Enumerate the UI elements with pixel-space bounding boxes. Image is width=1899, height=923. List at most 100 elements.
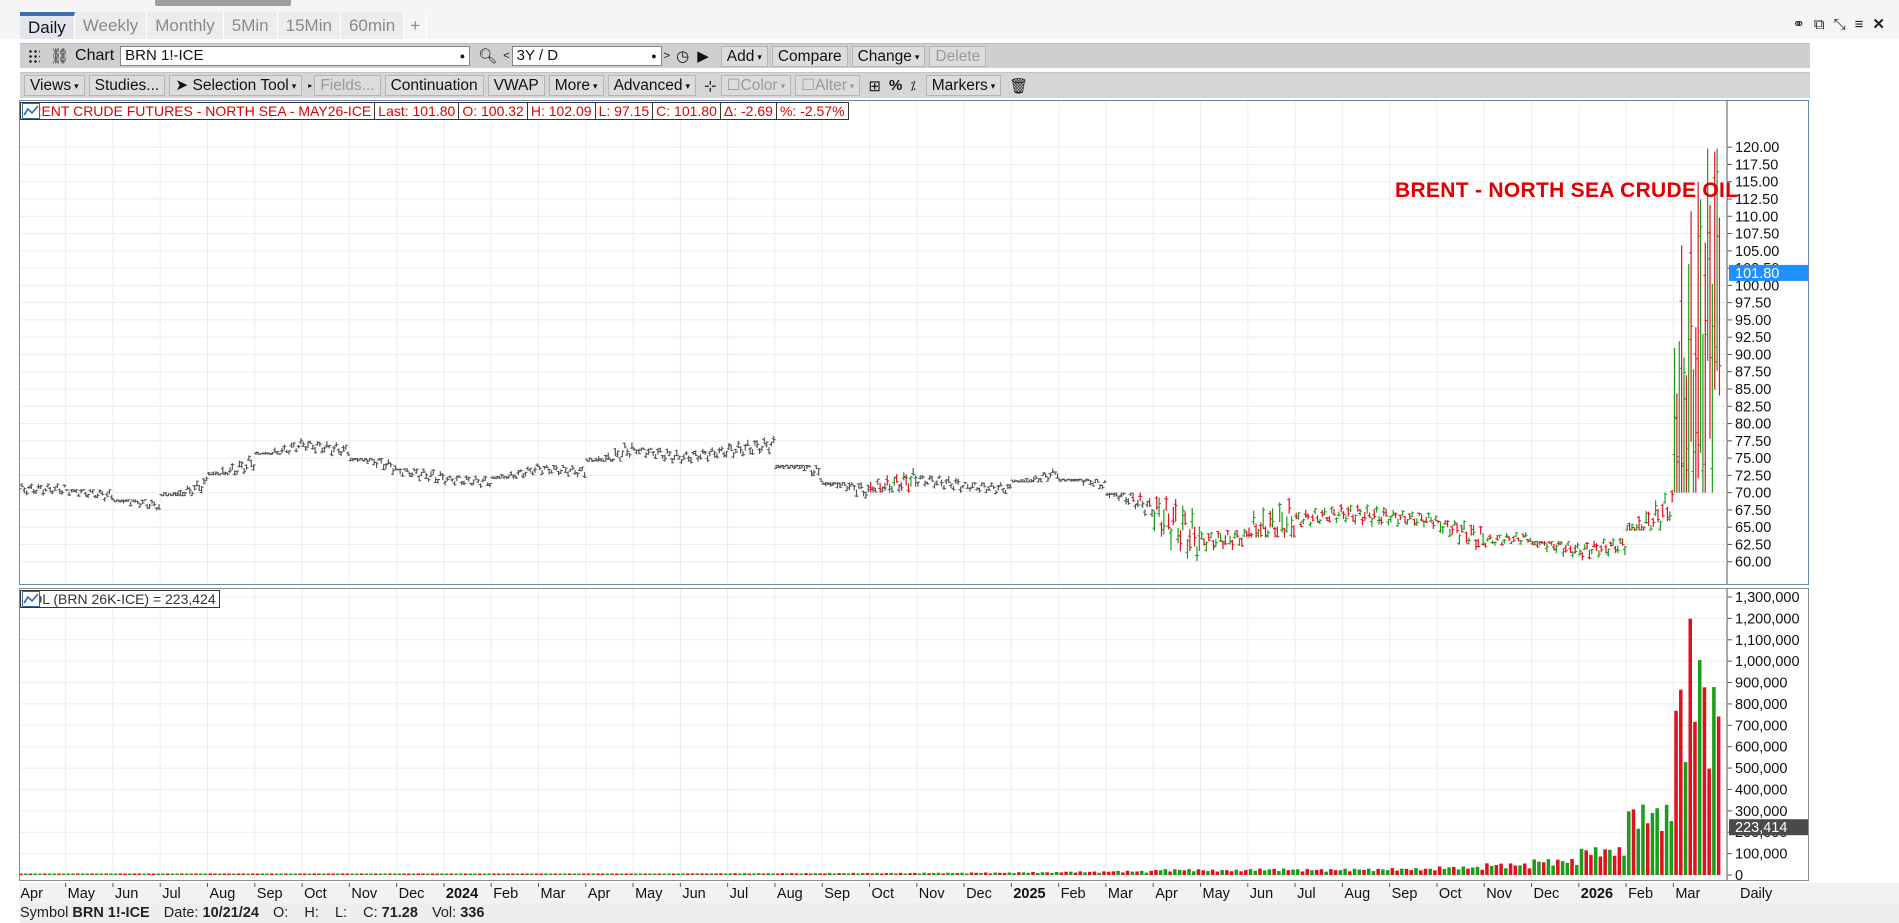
volume-bar — [865, 873, 870, 875]
tab-60min[interactable]: 60min — [340, 12, 405, 39]
time-axis-label: Mar — [1108, 886, 1133, 902]
volume-bar — [1352, 868, 1357, 875]
link-chain-icon[interactable]: ⛓ — [50, 47, 69, 65]
continuation-button[interactable]: Continuation — [384, 75, 484, 96]
close-icon[interactable]: ✕ — [1872, 17, 1885, 33]
volume-bar — [1296, 869, 1300, 875]
markers-button[interactable]: Markers ▾ — [925, 75, 1002, 96]
change-button[interactable]: Change ▾ — [851, 45, 926, 67]
volume-chart[interactable]: 1,300,000 1,200,000 1,100,000 1,000,000 900,… — [20, 589, 1809, 881]
crosshair-icon[interactable]: ⊹ — [704, 77, 717, 95]
tab-daily[interactable]: Daily — [20, 12, 75, 39]
range-dropdown-icon[interactable]: ● — [651, 47, 656, 65]
percent-alt-icon[interactable]: ⁒ — [910, 79, 915, 93]
status-close: 71.28 — [381, 905, 418, 921]
views-button[interactable]: Views ▾ — [24, 75, 85, 96]
volume-bar — [194, 873, 198, 875]
advanced-button[interactable]: Advanced ▾ — [607, 75, 697, 96]
play-icon[interactable]: ▶ — [697, 47, 709, 65]
checkbox-icon: ☐ — [726, 77, 741, 95]
link-icon[interactable]: ⚭ — [1792, 17, 1805, 33]
price-tick-label: 67.50 — [1735, 503, 1771, 519]
volume-bar — [671, 873, 676, 875]
price-pane[interactable]: 120.00 117.50 115.00 112.50 110.00 107.50 105.… — [19, 100, 1809, 585]
volume-bar — [482, 873, 487, 875]
volume-bar — [1707, 768, 1711, 875]
volume-bar — [960, 872, 964, 875]
volume-bar — [388, 873, 392, 875]
price-tick-label: 105.00 — [1735, 244, 1779, 260]
volume-bar — [1390, 868, 1395, 875]
volume-bar — [1532, 859, 1536, 875]
drag-handle-icon[interactable] — [28, 49, 40, 63]
symbol-dropdown-icon[interactable]: ● — [460, 47, 465, 65]
range-input[interactable]: 3Y / D ● — [511, 46, 662, 66]
studies-button[interactable]: Studies... — [88, 75, 166, 96]
volume-bar — [227, 873, 231, 875]
volume-bar — [1187, 869, 1191, 875]
volume-bar — [326, 873, 331, 875]
volume-bar — [1579, 848, 1584, 875]
time-axis-unit-label: Daily — [1740, 886, 1773, 902]
range-next-icon[interactable]: > — [664, 50, 670, 62]
volume-bar — [189, 873, 194, 875]
chevron-down-icon: ▾ — [914, 51, 920, 62]
chevron-right-icon[interactable]: ▸ — [308, 81, 312, 90]
tab-weekly[interactable]: Weekly — [74, 12, 148, 39]
window-controls: ⚭ ⧉ ⤡ ≡ ✕ — [1792, 17, 1885, 33]
top-scroll-indicator[interactable] — [155, 0, 291, 6]
status-open-label: O: — [273, 905, 289, 921]
vwap-button[interactable]: VWAP — [487, 75, 545, 96]
tab-5min[interactable]: 5Min — [223, 12, 278, 39]
volume-bar — [534, 873, 539, 875]
add-tab-button[interactable]: + — [404, 12, 428, 39]
search-icon[interactable]: 🔍︎ — [478, 47, 497, 65]
volume-bar — [1173, 869, 1177, 875]
trash-icon[interactable]: 🗑︎ — [1009, 77, 1028, 95]
alter-button[interactable]: ☐Alter ▾ — [795, 75, 861, 96]
color-button[interactable]: ☐Color ▾ — [720, 75, 792, 96]
chart-annotation[interactable]: BRENT - NORTH SEA CRUDE OIL — [1395, 179, 1738, 203]
time-axis-label: May — [1203, 886, 1231, 902]
volume-pane[interactable]: 1,300,000 1,200,000 1,100,000 1,000,000 900,… — [19, 588, 1809, 881]
volume-bar — [1248, 869, 1253, 875]
tab-15min[interactable]: 15Min — [277, 12, 341, 39]
volume-bar — [1097, 872, 1101, 875]
symbol-input[interactable]: BRN 1!-ICE ● — [120, 46, 471, 66]
clock-icon[interactable]: ◷ — [676, 47, 689, 65]
volume-bar — [473, 873, 477, 875]
delete-button[interactable]: Delete — [929, 45, 987, 67]
volume-bar — [113, 873, 118, 875]
selection-tool-button[interactable]: ➤ Selection Tool ▾ — [169, 75, 303, 96]
collapse-icon[interactable]: ⤡ — [1834, 17, 1846, 33]
volume-bar — [184, 873, 189, 875]
more-button[interactable]: More ▾ — [548, 75, 604, 96]
volume-bar — [28, 873, 33, 875]
volume-bar — [1636, 828, 1641, 875]
price-chart[interactable]: 120.00117.50 115.00112.50110.00 107.50105.… — [20, 101, 1809, 585]
time-axis[interactable]: Apr May Jun Jul Aug Sep Oct Nov Dec 2024 Feb Mar Apr… — [17, 883, 1899, 903]
volume-bar — [1716, 716, 1721, 875]
volume-bar — [421, 873, 425, 875]
volume-bar — [1697, 660, 1702, 875]
fields-button[interactable]: Fields... — [314, 75, 381, 96]
tab-monthly[interactable]: Monthly — [147, 12, 224, 39]
add-button[interactable]: Add ▾ — [720, 45, 768, 67]
split-icon[interactable]: ⊞ — [868, 77, 881, 95]
volume-bar — [42, 873, 47, 875]
volume-tick-label: 600,000 — [1735, 740, 1787, 756]
volume-bar — [146, 873, 151, 875]
volume-bar — [638, 873, 643, 875]
menu-icon[interactable]: ≡ — [1855, 17, 1864, 33]
time-axis-label: Feb — [493, 886, 518, 902]
percent-icon[interactable]: % — [889, 77, 902, 94]
compare-button[interactable]: Compare — [771, 45, 848, 67]
volume-bar — [350, 873, 354, 875]
status-bar: Symbol BRN 1!-ICE Date: 10/21/24 O: H: L… — [20, 903, 1899, 923]
volume-bar — [913, 872, 917, 875]
range-prev-icon[interactable]: < — [503, 50, 509, 62]
status-vol: 336 — [460, 905, 485, 921]
volume-tick-label: 800,000 — [1735, 697, 1787, 713]
volume-bar — [411, 873, 416, 875]
popout-icon[interactable]: ⧉ — [1814, 17, 1825, 33]
